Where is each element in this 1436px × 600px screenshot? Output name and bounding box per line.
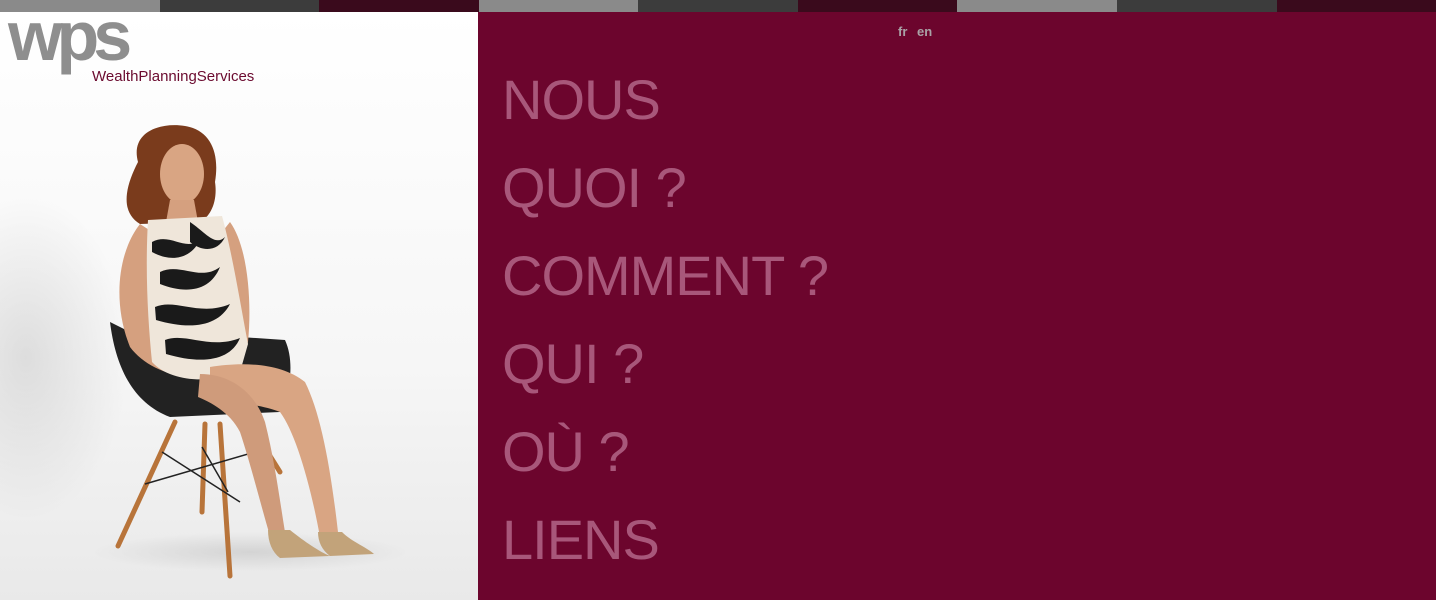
- language-option-en[interactable]: en: [917, 24, 932, 39]
- main-menu: NOUS QUOI ? COMMENT ? QUI ? OÙ ? LIENS C…: [502, 56, 829, 600]
- strip-segment: [957, 0, 1117, 12]
- strip-segment: [319, 0, 479, 12]
- strip-segment: [478, 0, 639, 12]
- menu-item-qui[interactable]: QUI ?: [502, 320, 828, 408]
- language-option-fr[interactable]: fr: [898, 24, 907, 39]
- portrait-photo: [110, 125, 374, 579]
- logo-subtitle: WealthPlanningServices: [92, 68, 255, 85]
- top-color-strip: [0, 0, 1436, 12]
- menu-item-contact[interactable]: CONTACT: [502, 584, 828, 600]
- strip-segment: [0, 0, 160, 12]
- menu-item-nous[interactable]: NOUS: [502, 56, 828, 144]
- strip-segment: [1276, 0, 1436, 12]
- menu-item-comment[interactable]: COMMENT ?: [502, 232, 829, 320]
- strip-segment: [797, 0, 958, 12]
- navigation-panel: fr en NOUS QUOI ? COMMENT ? QUI ? OÙ ? L…: [478, 12, 1436, 600]
- logo-mark: wps: [8, 12, 132, 75]
- strip-segment: [159, 0, 320, 12]
- strip-segment: [1116, 0, 1277, 12]
- wps-logo[interactable]: wps WealthPlanningServices: [8, 12, 288, 94]
- photo-panel: wps WealthPlanningServices: [0, 12, 478, 600]
- strip-segment: [638, 0, 798, 12]
- menu-item-ou[interactable]: OÙ ?: [502, 408, 828, 496]
- menu-item-quoi[interactable]: QUOI ?: [502, 144, 828, 232]
- menu-item-liens[interactable]: LIENS: [502, 496, 828, 584]
- language-switcher: fr en: [898, 24, 938, 39]
